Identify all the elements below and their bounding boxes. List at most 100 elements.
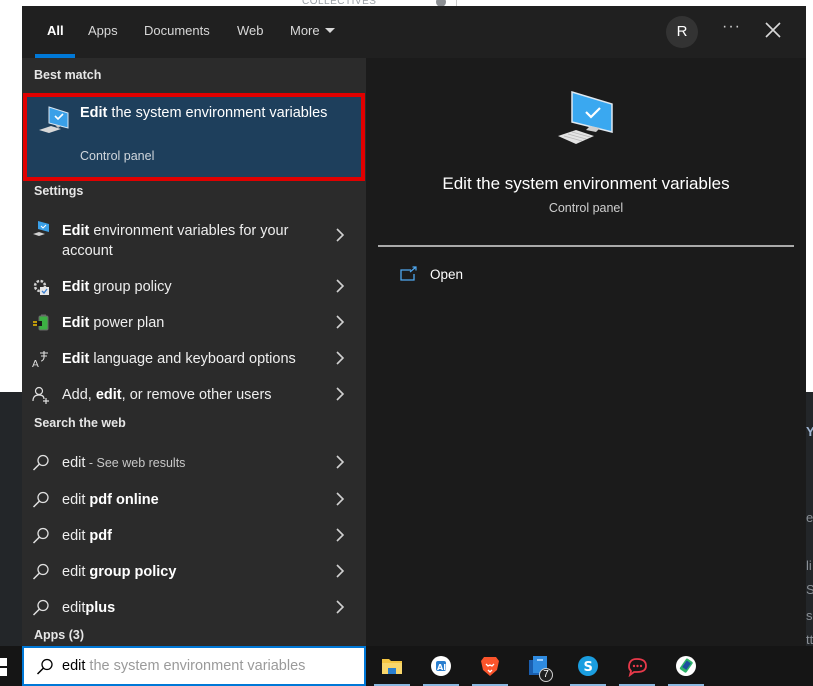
web-result-item[interactable]: edit pdf online xyxy=(22,481,366,517)
file-explorer-icon xyxy=(382,659,402,674)
open-action[interactable]: Open xyxy=(400,264,520,292)
preview-panel: Edit the system environment variables Co… xyxy=(366,58,806,646)
label-plain: edit xyxy=(62,455,86,471)
svg-text:AI: AI xyxy=(437,663,446,672)
label-rest: group policy xyxy=(89,279,172,295)
taskbar-brave-browser[interactable] xyxy=(470,650,510,686)
label-bold: Edit xyxy=(62,223,90,239)
label-rest: environment variables for your account xyxy=(62,223,289,259)
computer-monitor-icon xyxy=(39,106,69,133)
brave-lion-icon xyxy=(481,657,499,676)
bg-fragment: tt xyxy=(806,632,813,646)
best-match-result[interactable]: Edit the system environment variables Co… xyxy=(23,93,365,181)
power-plan-icon xyxy=(33,314,49,331)
taskbar-windows-app[interactable]: 7 xyxy=(519,650,559,686)
label-plain: edit xyxy=(62,600,86,616)
settings-item-label: Add, edit, or remove other users xyxy=(62,385,322,405)
background-right-edge: Y e li Se s tt xyxy=(806,392,813,646)
label-hint: - See web results xyxy=(85,456,186,470)
preview-subtitle: Control panel xyxy=(548,201,624,215)
taskbar-phone-link[interactable] xyxy=(666,650,706,686)
search-query: edit the system environment variables xyxy=(62,658,305,674)
web-result-item[interactable]: edit group policy xyxy=(22,553,366,589)
search-autocomplete-suggestion: the system environment variables xyxy=(85,658,306,674)
chevron-right-icon xyxy=(336,315,345,329)
taskbar-skype[interactable]: S xyxy=(568,650,608,686)
bg-fragment: Se xyxy=(806,582,813,597)
section-search-web: Search the web xyxy=(34,416,126,430)
windows-start-icon[interactable] xyxy=(0,658,8,676)
taskbar-search-box[interactable]: edit the system environment variables xyxy=(22,646,366,686)
label-bold: pdf online xyxy=(89,492,159,508)
settings-item-group-policy[interactable]: Edit group policy xyxy=(22,268,366,304)
tab-more-label: More xyxy=(290,23,320,38)
chevron-right-icon xyxy=(336,492,345,506)
web-result-label: editplus xyxy=(62,598,322,618)
label-bold: edit xyxy=(95,387,122,403)
taskbar-rocket-chat[interactable] xyxy=(617,650,657,686)
web-result-item[interactable]: editplus xyxy=(22,589,366,625)
taskbar: edit the system environment variables AI xyxy=(0,646,813,686)
preview-divider xyxy=(378,245,794,247)
label-bold: Edit xyxy=(62,315,90,331)
label-rest: power plan xyxy=(89,315,165,331)
web-result-item[interactable]: edit pdf xyxy=(22,517,366,553)
tab-more[interactable]: More xyxy=(290,23,335,38)
svg-text:A: A xyxy=(32,359,39,368)
label-rest: , or remove other users xyxy=(121,387,272,403)
caret-down-icon xyxy=(324,28,335,33)
chevron-right-icon xyxy=(336,455,345,469)
more-options-button[interactable]: ··· xyxy=(722,18,741,36)
search-icon xyxy=(36,658,53,675)
computer-monitor-icon xyxy=(558,90,613,144)
label-bold: plus xyxy=(85,600,116,616)
settings-item-language-keyboard[interactable]: A Edit language and keyboard options xyxy=(22,340,366,376)
search-icon xyxy=(32,527,49,544)
account-avatar[interactable]: R xyxy=(666,16,698,48)
settings-item-label: Edit language and keyboard options xyxy=(62,349,322,369)
bg-fragment: e xyxy=(806,510,813,525)
section-apps: Apps (3) xyxy=(34,628,84,642)
chevron-right-icon xyxy=(336,564,345,578)
tab-documents[interactable]: Documents xyxy=(144,23,210,38)
label-plain: edit xyxy=(62,492,90,508)
label-bold: pdf xyxy=(89,528,112,544)
web-result-label: edit pdf online xyxy=(62,490,322,510)
settings-item-other-users[interactable]: Add, edit, or remove other users xyxy=(22,376,366,412)
chevron-right-icon xyxy=(336,279,345,293)
computer-monitor-icon xyxy=(33,221,49,236)
settings-item-label: Edit group policy xyxy=(62,277,322,297)
chevron-right-icon xyxy=(336,387,345,401)
search-icon xyxy=(32,599,49,616)
chevron-right-icon xyxy=(336,528,345,542)
taskbar-ai-assistant[interactable]: AI xyxy=(421,650,461,686)
label-bold: group policy xyxy=(89,564,177,580)
search-flyout: All Apps Documents Web More R ··· Best m… xyxy=(22,6,806,646)
open-external-icon xyxy=(400,266,417,281)
tab-apps[interactable]: Apps xyxy=(88,23,118,38)
section-settings: Settings xyxy=(34,184,84,198)
rocket-chat-icon xyxy=(628,658,647,677)
preview-title: Edit the system environment variables xyxy=(442,174,730,193)
settings-item-label: Edit power plan xyxy=(62,313,322,333)
label-pre: Add, xyxy=(62,387,96,403)
tab-web[interactable]: Web xyxy=(237,23,264,38)
skype-icon: S xyxy=(578,656,598,676)
chevron-right-icon xyxy=(336,351,345,365)
open-action-label: Open xyxy=(430,267,464,282)
close-icon[interactable] xyxy=(764,21,782,39)
settings-item-label: Edit environment variables for your acco… xyxy=(62,221,322,261)
chevron-right-icon xyxy=(336,600,345,614)
tab-all[interactable]: All xyxy=(47,23,64,38)
best-match-title: Edit the system environment variables xyxy=(80,103,340,123)
search-typed-text: edit xyxy=(62,658,86,674)
web-result-label: edit - See web results xyxy=(62,453,322,473)
best-match-title-rest: the system environment variables xyxy=(107,105,328,121)
search-icon xyxy=(32,563,49,580)
group-policy-icon xyxy=(33,279,49,295)
web-result-item[interactable]: edit - See web results xyxy=(22,444,366,480)
taskbar-file-explorer[interactable] xyxy=(372,650,412,686)
label-bold: Edit xyxy=(62,351,90,367)
settings-item-power-plan[interactable]: Edit power plan xyxy=(22,304,366,340)
settings-item-env-vars-account[interactable]: Edit environment variables for your acco… xyxy=(22,212,366,261)
